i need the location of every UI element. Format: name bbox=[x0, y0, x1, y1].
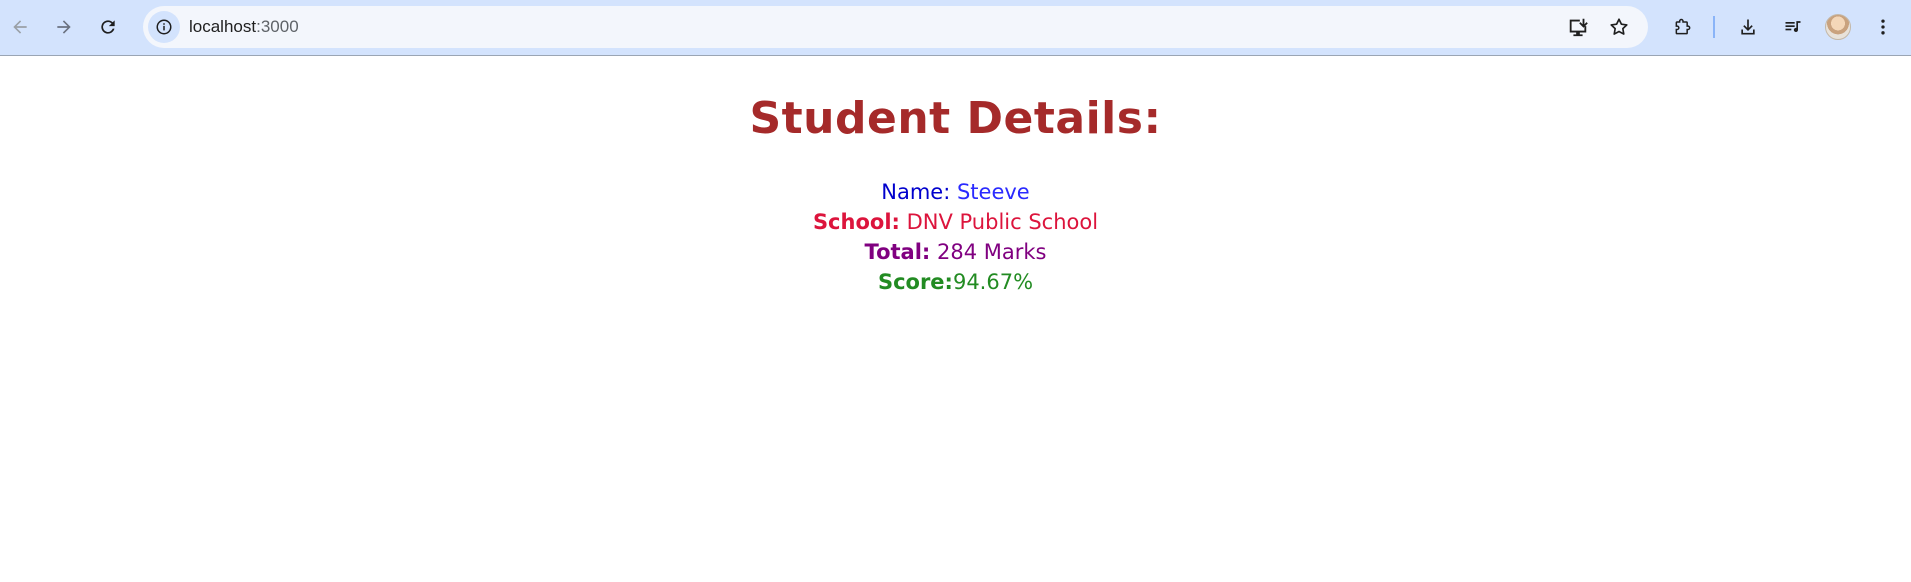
install-app-button[interactable] bbox=[1563, 12, 1593, 42]
name-row: Name: Steeve bbox=[0, 177, 1911, 207]
student-details: Name: Steeve School: DNV Public School T… bbox=[0, 177, 1911, 297]
school-label: School: bbox=[812, 210, 900, 234]
downloads-button[interactable] bbox=[1730, 9, 1766, 45]
page-content: Student Details: Name: Steeve School: DN… bbox=[0, 57, 1911, 582]
name-label: Name: bbox=[881, 180, 951, 204]
address-bar[interactable]: localhost:3000 bbox=[143, 6, 1648, 48]
profile-button[interactable] bbox=[1820, 9, 1856, 45]
browser-menu-button[interactable] bbox=[1865, 9, 1901, 45]
extensions-button[interactable] bbox=[1665, 9, 1701, 45]
bookmark-button[interactable] bbox=[1604, 12, 1634, 42]
browser-toolbar: localhost:3000 bbox=[0, 0, 1911, 56]
back-button[interactable] bbox=[2, 9, 38, 45]
total-label: Total: bbox=[864, 240, 931, 264]
profile-avatar bbox=[1825, 14, 1851, 40]
puzzle-icon bbox=[1675, 18, 1691, 35]
back-arrow-icon bbox=[13, 20, 27, 34]
url-port: :3000 bbox=[256, 17, 299, 36]
forward-arrow-icon bbox=[57, 20, 71, 34]
info-icon bbox=[156, 19, 172, 35]
forward-button[interactable] bbox=[46, 9, 82, 45]
toolbar-divider bbox=[1713, 16, 1715, 38]
star-icon bbox=[1610, 18, 1628, 35]
score-value: 94.67% bbox=[952, 270, 1034, 294]
reload-icon bbox=[101, 20, 115, 34]
install-app-icon bbox=[1569, 18, 1588, 37]
site-info-button[interactable] bbox=[148, 11, 180, 43]
reload-button[interactable] bbox=[90, 9, 126, 45]
media-controls-button[interactable] bbox=[1775, 9, 1811, 45]
score-row: Score:94.67% bbox=[0, 267, 1911, 297]
page-title: Student Details: bbox=[749, 93, 1162, 144]
media-queue-icon bbox=[1785, 21, 1801, 32]
score-label: Score: bbox=[877, 270, 953, 294]
school-value: DNV Public School bbox=[899, 210, 1099, 234]
name-value: Steeve bbox=[950, 180, 1030, 204]
three-dots-menu-icon bbox=[1881, 19, 1885, 35]
school-row: School: DNV Public School bbox=[0, 207, 1911, 237]
total-value: 284 Marks bbox=[930, 240, 1047, 264]
url-text[interactable]: localhost:3000 bbox=[189, 17, 299, 37]
total-row: Total: 284 Marks bbox=[0, 237, 1911, 267]
download-icon bbox=[1741, 19, 1755, 35]
url-host: localhost bbox=[189, 17, 257, 36]
